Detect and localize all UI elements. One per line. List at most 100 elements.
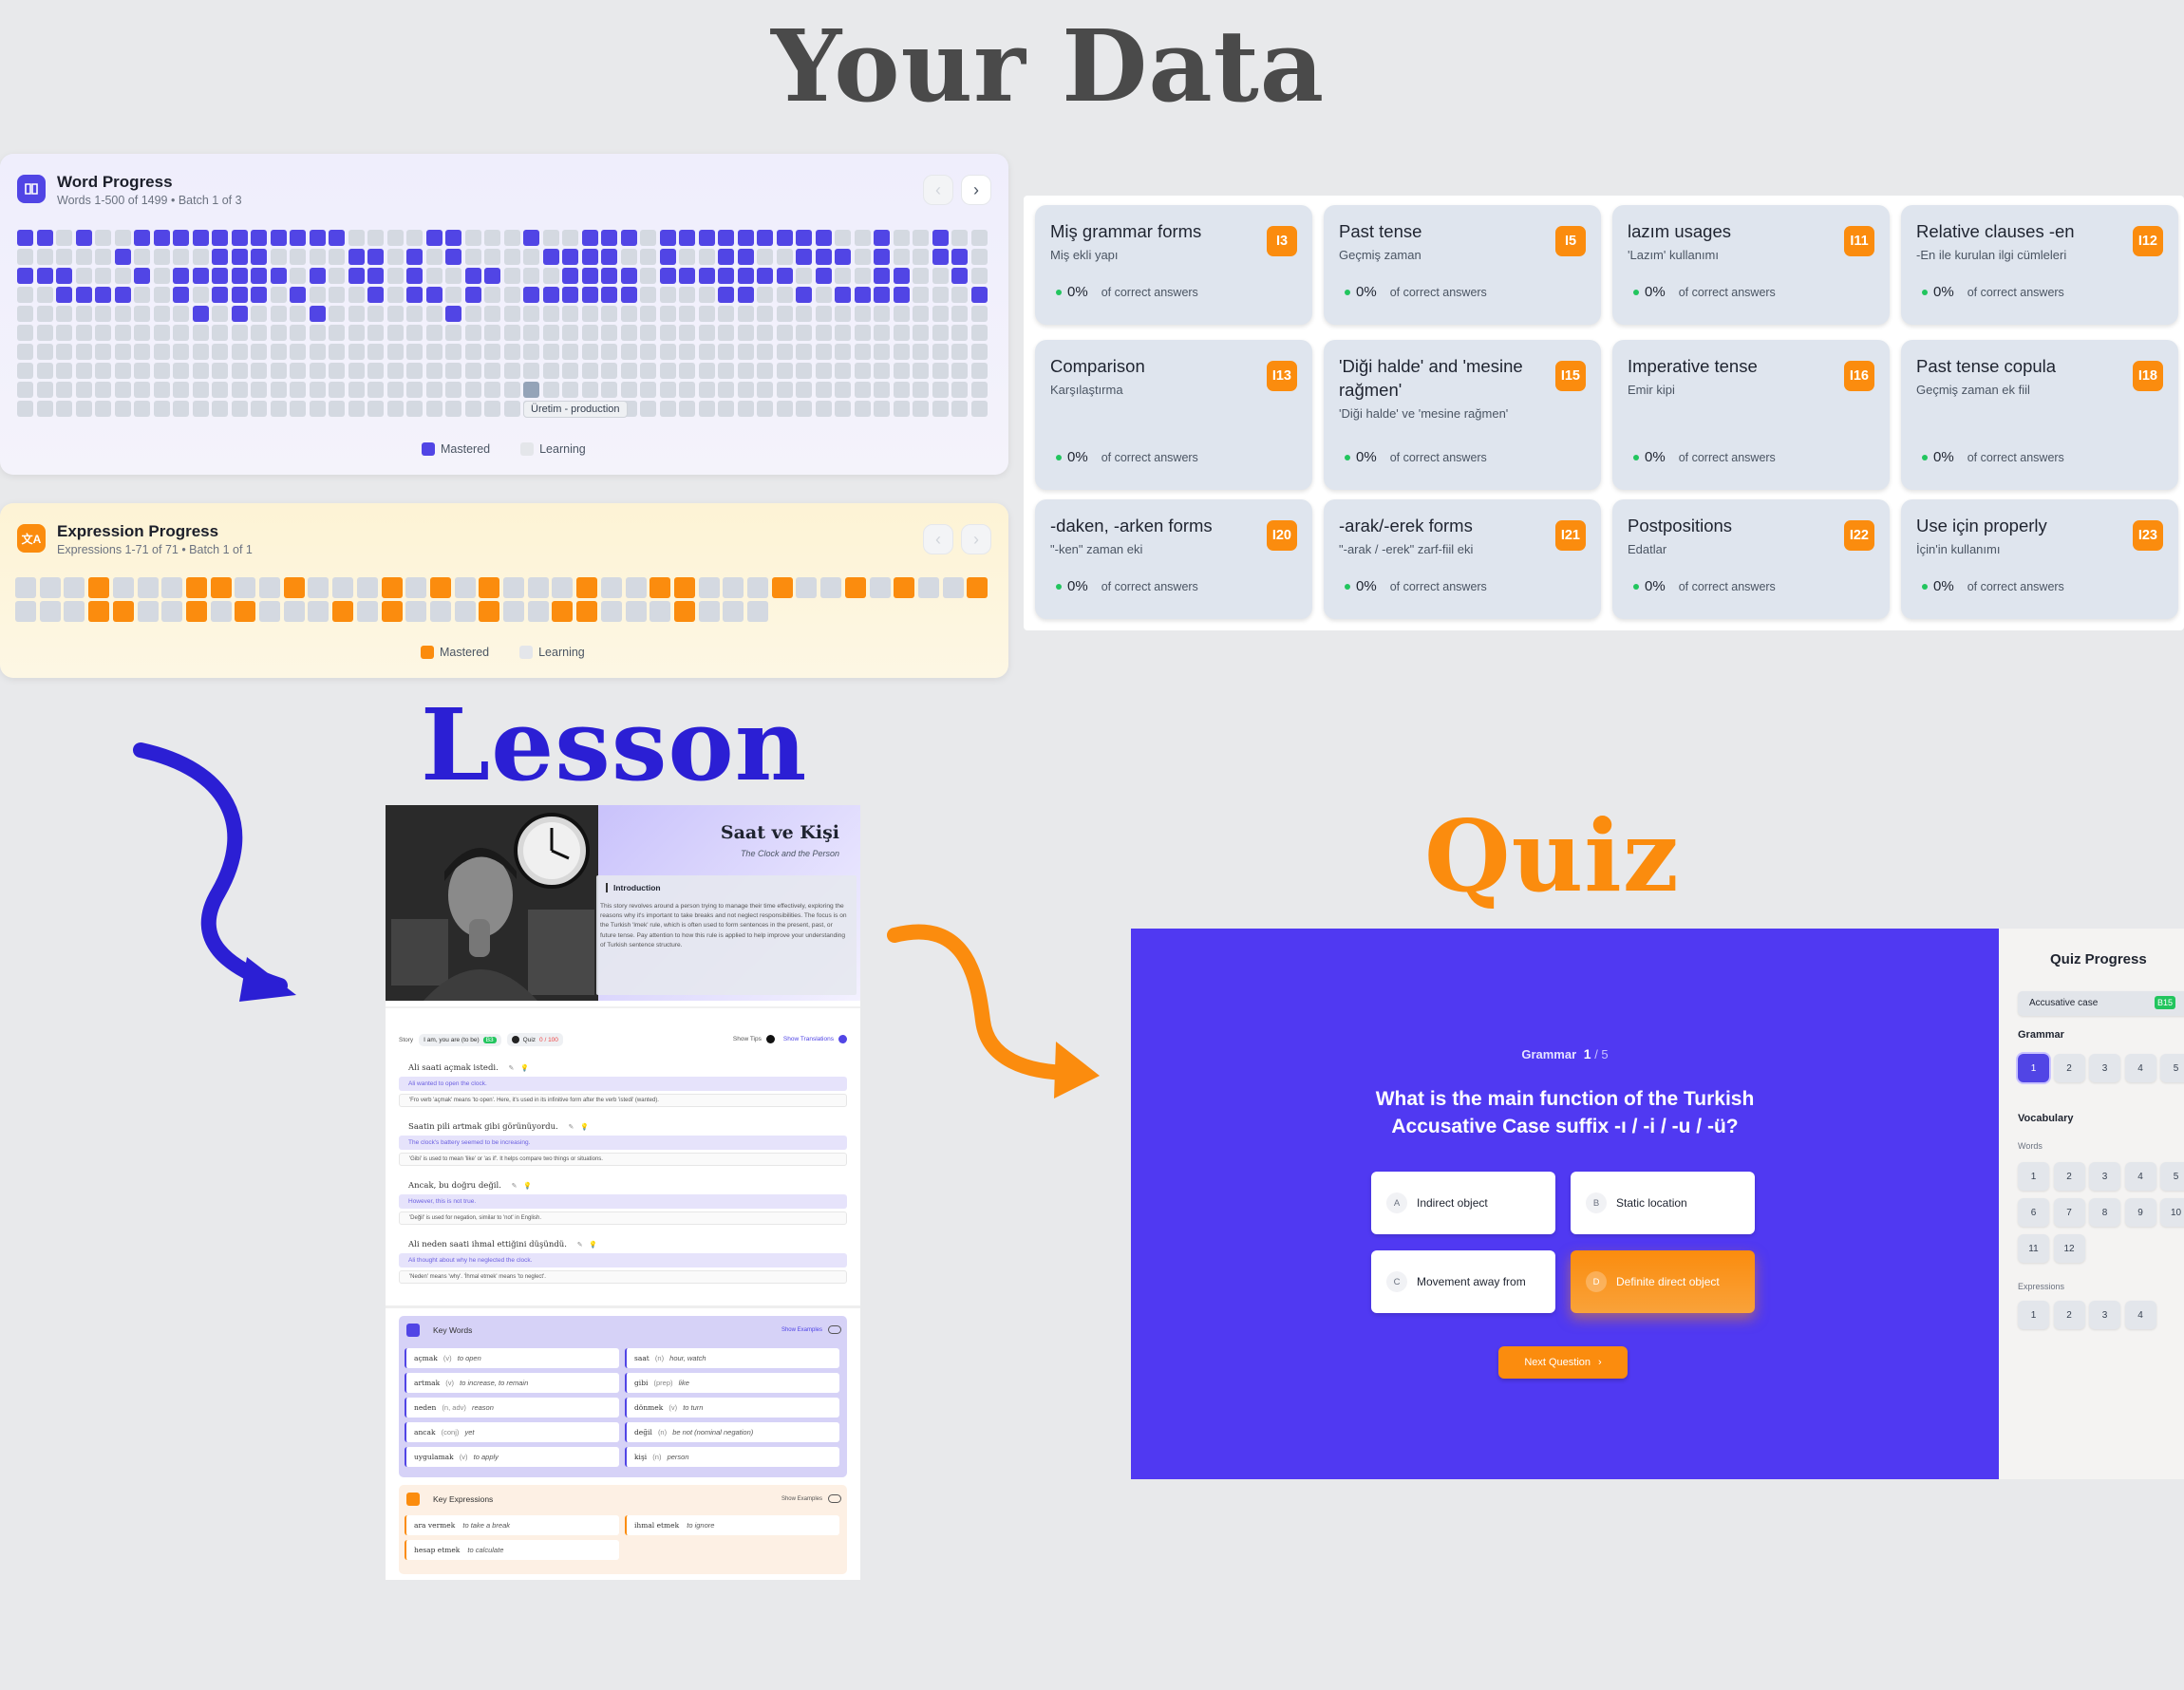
word-cell-learning[interactable] — [348, 306, 365, 322]
word-cell-learning[interactable] — [970, 344, 988, 360]
word-cell-learning[interactable] — [640, 230, 656, 246]
word-cell-learning[interactable] — [56, 344, 72, 360]
expression-cell-learning[interactable] — [405, 601, 427, 622]
word-cell-mastered[interactable] — [445, 230, 461, 246]
expression-cell-mastered[interactable] — [479, 577, 500, 598]
expression-cell-mastered[interactable] — [88, 601, 110, 622]
word-cell-learning[interactable] — [679, 363, 695, 379]
word-cell-learning[interactable] — [776, 344, 793, 360]
word-cell-learning[interactable] — [406, 344, 423, 360]
word-cell-learning[interactable] — [212, 306, 228, 322]
word-cell-learning[interactable] — [835, 363, 851, 379]
word-cell-learning[interactable] — [251, 363, 267, 379]
tip-toggle-icon[interactable]: 💡 — [523, 1182, 532, 1190]
word-cell-learning[interactable] — [309, 344, 326, 360]
expression-cell-learning[interactable] — [698, 577, 720, 598]
word-cell-mastered[interactable] — [251, 230, 267, 246]
word-cell-learning[interactable] — [913, 230, 929, 246]
word-cell-learning[interactable] — [523, 249, 539, 265]
word-cell-learning[interactable] — [503, 306, 520, 322]
word-cell-learning[interactable] — [659, 363, 676, 379]
word-cell-learning[interactable] — [95, 382, 111, 398]
expression-cell-learning[interactable] — [356, 601, 378, 622]
word-cell-learning[interactable] — [970, 401, 988, 417]
word-cell-learning[interactable] — [445, 363, 461, 379]
word-cell-learning[interactable] — [932, 401, 949, 417]
word-cell-learning[interactable] — [251, 306, 267, 322]
word-cell-learning[interactable] — [970, 306, 988, 322]
word-cell-learning[interactable] — [640, 344, 656, 360]
word-cell-learning[interactable] — [815, 306, 832, 322]
word-cell-learning[interactable] — [542, 382, 559, 398]
word-cell-mastered[interactable] — [718, 249, 734, 265]
word-cell-learning[interactable] — [464, 344, 481, 360]
word-cell-learning[interactable] — [913, 344, 929, 360]
word-cell-learning[interactable] — [17, 287, 33, 303]
word-cell-learning[interactable] — [425, 268, 442, 284]
word-cell-learning[interactable] — [970, 230, 988, 246]
word-cell-learning[interactable] — [464, 363, 481, 379]
word-cell-learning[interactable] — [367, 401, 384, 417]
expression-cell-mastered[interactable] — [283, 577, 305, 598]
word-cell-learning[interactable] — [348, 401, 365, 417]
key-word-item[interactable]: dönmek (v) to turn — [625, 1398, 839, 1418]
word-cell-learning[interactable] — [815, 344, 832, 360]
word-cell-learning[interactable] — [134, 287, 150, 303]
word-cell-learning[interactable] — [484, 249, 500, 265]
expression-cell-learning[interactable] — [137, 577, 159, 598]
word-cell-learning[interactable] — [893, 382, 910, 398]
word-cell-learning[interactable] — [329, 401, 345, 417]
word-cell-learning[interactable] — [329, 382, 345, 398]
word-cell-mastered[interactable] — [231, 268, 248, 284]
word-cell-learning[interactable] — [640, 401, 656, 417]
word-cell-learning[interactable] — [913, 268, 929, 284]
word-cell-mastered[interactable] — [251, 249, 267, 265]
word-cell-learning[interactable] — [679, 306, 695, 322]
word-cell-learning[interactable] — [951, 306, 968, 322]
word-cell-learning[interactable] — [718, 344, 734, 360]
word-cell-learning[interactable] — [835, 306, 851, 322]
word-cell-mastered[interactable] — [581, 249, 598, 265]
word-cell-mastered[interactable] — [173, 230, 189, 246]
word-cell-learning[interactable] — [698, 344, 715, 360]
word-cell-learning[interactable] — [659, 401, 676, 417]
tip-toggle-icon[interactable]: 💡 — [580, 1123, 589, 1131]
word-cell-mastered[interactable] — [36, 268, 53, 284]
word-cell-mastered[interactable] — [114, 287, 131, 303]
word-cell-learning[interactable] — [251, 401, 267, 417]
word-cell-learning[interactable] — [503, 401, 520, 417]
word-cell-learning[interactable] — [640, 382, 656, 398]
word-cell-mastered[interactable] — [815, 230, 832, 246]
word-cell-learning[interactable] — [913, 401, 929, 417]
word-cell-learning[interactable] — [757, 306, 773, 322]
word-cell-mastered[interactable] — [192, 268, 209, 284]
word-cell-learning[interactable] — [386, 230, 404, 246]
word-cell-learning[interactable] — [776, 382, 793, 398]
word-cell-learning[interactable] — [329, 249, 345, 265]
word-cell-learning[interactable] — [95, 249, 111, 265]
word-cell-mastered[interactable] — [737, 287, 754, 303]
word-cell-mastered[interactable] — [290, 287, 306, 303]
expression-cell-learning[interactable] — [527, 601, 549, 622]
expression-cell-mastered[interactable] — [673, 601, 695, 622]
word-cell-learning[interactable] — [970, 249, 988, 265]
key-words-show-examples[interactable]: Show Examples — [781, 1327, 822, 1333]
word-cell-mastered[interactable] — [75, 287, 92, 303]
word-cell-mastered[interactable] — [893, 287, 910, 303]
word-cell-learning[interactable] — [425, 325, 442, 341]
grammar-card[interactable]: Postpositions Edatlar I22 0% of correct … — [1612, 499, 1890, 619]
word-cell-learning[interactable] — [854, 344, 871, 360]
word-cell-learning[interactable] — [562, 363, 578, 379]
word-cell-mastered[interactable] — [893, 268, 910, 284]
grammar-card[interactable]: Relative clauses -en -En ile kurulan ilg… — [1901, 205, 2178, 325]
grammar-card[interactable]: -arak/-erek forms "-arak / -erek" zarf-f… — [1324, 499, 1601, 619]
word-cell-learning[interactable] — [503, 325, 520, 341]
tip-toggle-icon[interactable]: 💡 — [520, 1064, 529, 1072]
expression-cell-learning[interactable] — [747, 577, 768, 598]
word-cell-mastered[interactable] — [951, 268, 968, 284]
grammar-card[interactable]: 'Diği halde' and 'mesine rağmen' 'Diği h… — [1324, 340, 1601, 490]
word-cell-learning[interactable] — [659, 287, 676, 303]
word-cell-learning[interactable] — [659, 382, 676, 398]
word-cell-learning[interactable] — [679, 325, 695, 341]
word-cell-mastered[interactable] — [698, 230, 715, 246]
